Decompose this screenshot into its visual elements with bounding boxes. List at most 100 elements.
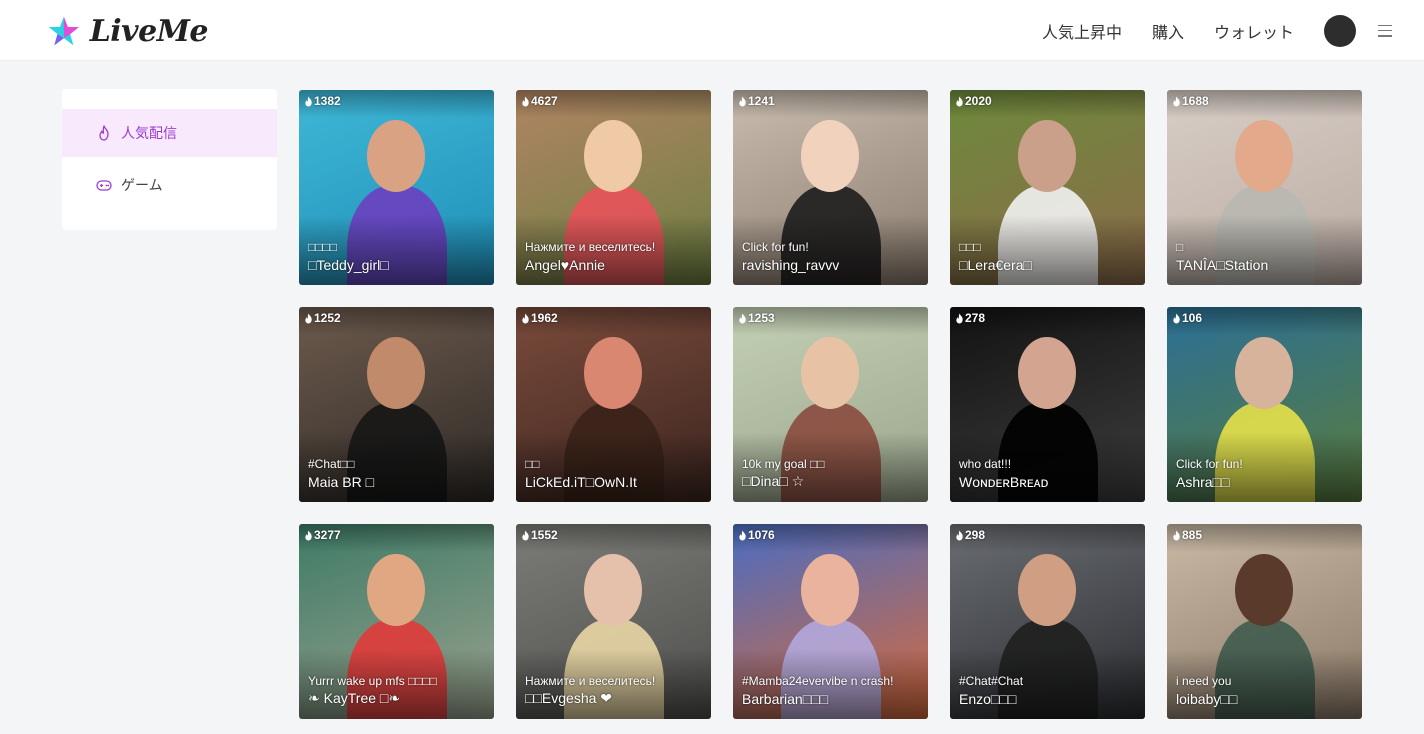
viewer-count: 1253 bbox=[738, 311, 775, 325]
stream-card[interactable]: 1241 Click for fun! ravishing_ravvv bbox=[733, 90, 928, 285]
flame-icon bbox=[956, 96, 963, 106]
flame-icon bbox=[739, 96, 746, 106]
streamer-name: □□Evgesha ❤ bbox=[525, 690, 613, 706]
stream-card[interactable]: 278 who dat!!! WᴏɴᴅᴇʀBʀᴇᴀᴅ bbox=[950, 307, 1145, 502]
top-header: LiveMe 人気上昇中 購入 ウォレット bbox=[0, 0, 1424, 61]
logo-text: LiveMe bbox=[89, 13, 209, 49]
viewer-count-value: 1241 bbox=[748, 94, 775, 108]
stream-caption: □□□ bbox=[959, 240, 981, 254]
streamer-name: □Dina□ ☆ bbox=[742, 473, 805, 489]
stream-card[interactable]: 1552 Нажмите и веселитесь! □□Evgesha ❤ bbox=[516, 524, 711, 719]
viewer-count: 298 bbox=[955, 528, 985, 542]
stream-thumbnail-face bbox=[1235, 120, 1293, 192]
stream-thumbnail-face bbox=[584, 337, 642, 409]
flame-icon bbox=[739, 530, 746, 540]
streamer-name: □Teddy_girl□ bbox=[308, 257, 389, 273]
stream-card[interactable]: 1382 □□□□ □Teddy_girl□ bbox=[299, 90, 494, 285]
streamer-name: Angel♥Annie bbox=[525, 257, 605, 273]
viewer-count: 1252 bbox=[304, 311, 341, 325]
viewer-count-value: 106 bbox=[1182, 311, 1203, 325]
stream-caption: Нажмите и веселитесь! bbox=[525, 240, 656, 254]
stream-caption: □ bbox=[1176, 240, 1184, 254]
stream-card[interactable]: 1252 #Chat□□ Maia BR □ bbox=[299, 307, 494, 502]
viewer-count: 3277 bbox=[304, 528, 341, 542]
stream-thumbnail-face bbox=[1235, 554, 1293, 626]
viewer-count-value: 1252 bbox=[314, 311, 341, 325]
viewer-count-value: 1076 bbox=[748, 528, 775, 542]
flame-icon bbox=[522, 96, 529, 106]
viewer-count-value: 3277 bbox=[314, 528, 341, 542]
flame-icon bbox=[522, 313, 529, 323]
nav-purchase[interactable]: 購入 bbox=[1152, 19, 1184, 43]
stream-card[interactable]: 3277 Yurrr wake up mfs □□□□ ❧ KayTree □❧ bbox=[299, 524, 494, 719]
nav-trending[interactable]: 人気上昇中 bbox=[1042, 19, 1122, 43]
viewer-count-value: 1382 bbox=[314, 94, 341, 108]
stream-card[interactable]: 106 Click for fun! Ashra□□ bbox=[1167, 307, 1362, 502]
viewer-count-value: 1552 bbox=[531, 528, 558, 542]
user-avatar[interactable] bbox=[1324, 14, 1356, 47]
streamer-name: ravishing_ravvv bbox=[742, 257, 840, 273]
flame-icon bbox=[1173, 96, 1180, 106]
stream-card[interactable]: 4627 Нажмите и веселитесь! Angel♥Annie bbox=[516, 90, 711, 285]
flame-icon bbox=[305, 313, 312, 323]
streamer-name: TANÎA□Station bbox=[1176, 257, 1269, 273]
viewer-count: 1076 bbox=[738, 528, 775, 542]
stream-grid: 1382 □□□□ □Teddy_girl□ 4627 Нажмите и весели… bbox=[299, 90, 1362, 719]
nav-wallet[interactable]: ウォレット bbox=[1214, 19, 1294, 43]
stream-caption: Нажмите и веселитесь! bbox=[525, 674, 656, 688]
flame-icon bbox=[1173, 530, 1180, 540]
top-nav: 人気上昇中 購入 ウォレット bbox=[1042, 0, 1392, 61]
viewer-count: 278 bbox=[955, 311, 985, 325]
streamer-name: WᴏɴᴅᴇʀBʀᴇᴀᴅ bbox=[959, 474, 1049, 490]
stream-thumbnail-face bbox=[367, 554, 425, 626]
viewer-count-value: 4627 bbox=[531, 94, 558, 108]
stream-caption: □□ bbox=[525, 457, 540, 471]
stream-card[interactable]: 2020 □□□ □Lera€era□ bbox=[950, 90, 1145, 285]
streamer-name: Enzo□□□ bbox=[959, 691, 1017, 707]
stream-thumbnail-face bbox=[1018, 554, 1076, 626]
stream-thumbnail-face bbox=[584, 120, 642, 192]
hamburger-menu-icon[interactable] bbox=[1378, 24, 1392, 37]
stream-caption: #Mamba24evervibe n crash! bbox=[742, 674, 894, 688]
liveme-logo[interactable]: LiveMe bbox=[48, 11, 209, 51]
streamer-name: Barbarian□□□ bbox=[742, 691, 829, 707]
stream-card[interactable]: 1253 10k my goal □□ □Dina□ ☆ bbox=[733, 307, 928, 502]
stream-thumbnail-face bbox=[1235, 337, 1293, 409]
flame-icon bbox=[739, 313, 746, 323]
stream-thumbnail-face bbox=[801, 554, 859, 626]
stream-caption: #Chat#Chat bbox=[959, 674, 1024, 688]
streamer-name: loibaby□□ bbox=[1176, 691, 1238, 707]
stream-caption: #Chat□□ bbox=[308, 457, 355, 471]
category-sidebar: 人気配信 ゲーム bbox=[62, 89, 277, 230]
stream-card[interactable]: 885 i need you loibaby□□ bbox=[1167, 524, 1362, 719]
flame-icon bbox=[956, 530, 963, 540]
stream-thumbnail-face bbox=[801, 120, 859, 192]
sidebar-item-game[interactable]: ゲーム bbox=[62, 161, 277, 209]
viewer-count: 1241 bbox=[738, 94, 775, 108]
viewer-count-value: 1962 bbox=[531, 311, 558, 325]
stream-card[interactable]: 1076 #Mamba24evervibe n crash! Barbarian□□… bbox=[733, 524, 928, 719]
stream-card[interactable]: 1688 □ TANÎA□Station bbox=[1167, 90, 1362, 285]
viewer-count-value: 2020 bbox=[965, 94, 992, 108]
sidebar-item-popular[interactable]: 人気配信 bbox=[62, 109, 277, 157]
stream-caption: Click for fun! bbox=[742, 240, 809, 254]
stream-caption: Click for fun! bbox=[1176, 457, 1243, 471]
stream-card[interactable]: 1962 □□ LiCkEd.iT□OwN.It bbox=[516, 307, 711, 502]
viewer-count-value: 298 bbox=[965, 528, 986, 542]
stream-caption: □□□□ bbox=[308, 240, 337, 254]
viewer-count: 1688 bbox=[1172, 94, 1209, 108]
stream-thumbnail-face bbox=[1018, 120, 1076, 192]
gamepad-icon bbox=[95, 176, 113, 194]
flame-icon bbox=[1173, 313, 1180, 323]
stream-card[interactable]: 298 #Chat#Chat Enzo□□□ bbox=[950, 524, 1145, 719]
stream-thumbnail-face bbox=[584, 554, 642, 626]
viewer-count-value: 885 bbox=[1182, 528, 1203, 542]
flame-icon bbox=[305, 530, 312, 540]
viewer-count: 1552 bbox=[521, 528, 558, 542]
stream-thumbnail-face bbox=[801, 337, 859, 409]
stream-thumbnail-face bbox=[367, 120, 425, 192]
stream-caption: Yurrr wake up mfs □□□□ bbox=[308, 674, 438, 688]
stream-thumbnail-face bbox=[367, 337, 425, 409]
viewer-count: 1382 bbox=[304, 94, 341, 108]
viewer-count: 106 bbox=[1172, 311, 1202, 325]
